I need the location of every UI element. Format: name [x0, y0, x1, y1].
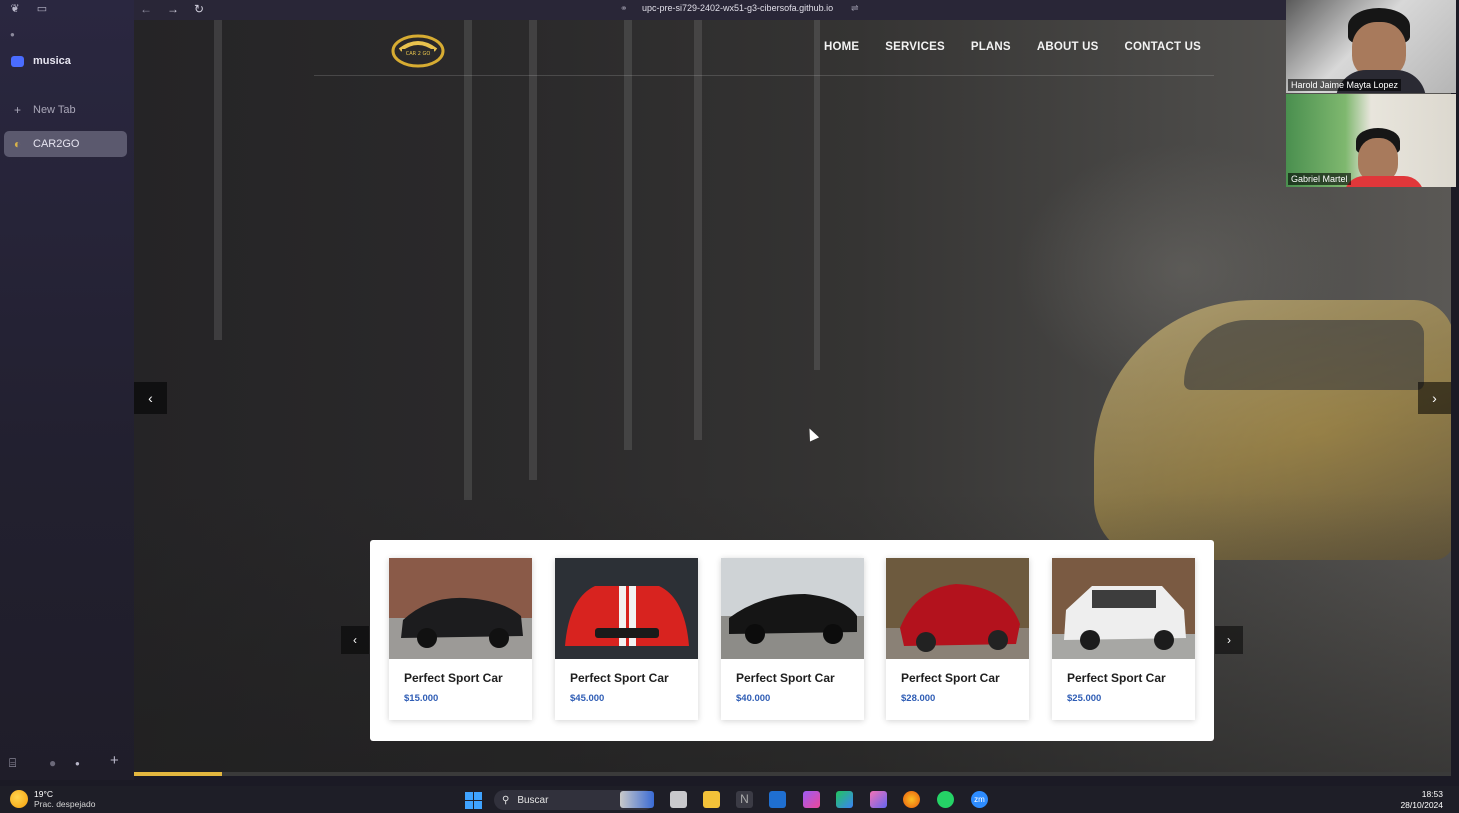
search-placeholder: Buscar	[517, 794, 549, 806]
search-highlight-icon	[620, 791, 654, 808]
slider-progress-bar	[134, 772, 1451, 776]
clock-time: 18:53	[1421, 789, 1443, 799]
background-pillar	[814, 20, 820, 370]
address-bar: ← → ↻ ⚭ upc-pre-si729-2402-wx51-g3-ciber…	[134, 0, 1286, 20]
header-divider	[314, 75, 1214, 76]
cars-next-button[interactable]: ›	[1215, 626, 1243, 654]
car-price: $25.000	[1067, 693, 1102, 704]
nav-about-us[interactable]: ABOUT US	[1037, 41, 1099, 53]
car-price: $28.000	[901, 693, 936, 704]
background-pillar	[694, 20, 702, 440]
car-card[interactable]: Perfect Sport Car $15.000	[389, 558, 532, 720]
temperature: 19°C	[34, 789, 53, 799]
browser-arc-icon[interactable]	[803, 791, 820, 808]
nav-home[interactable]: HOME	[824, 41, 859, 53]
slider-progress-fill	[134, 772, 223, 776]
hero-slider: CAR 2 GO HOME SERVICES PLANS ABOUT US CO…	[134, 20, 1451, 772]
svg-text:CAR 2 GO: CAR 2 GO	[406, 51, 431, 57]
car-price: $40.000	[736, 693, 771, 704]
new-tab-button[interactable]: + New Tab	[4, 97, 127, 123]
hero-prev-button[interactable]: ‹	[134, 382, 167, 414]
background-pillar	[529, 20, 537, 480]
reload-icon[interactable]: ↻	[194, 2, 204, 16]
split-view-icon[interactable]: ▭	[35, 3, 49, 15]
system-clock[interactable]: 18:53 28/10/2024	[1400, 789, 1443, 811]
car-price: $45.000	[570, 693, 605, 704]
weather-sun-icon	[10, 790, 28, 808]
nav-contact-us[interactable]: CONTACT US	[1124, 41, 1201, 53]
archive-icon[interactable]: ⌸	[9, 756, 16, 771]
screen: ❦ ▭ ● musica + New Tab ◐ CAR2GO ⌸ ● ● + …	[0, 0, 1459, 813]
car-title: Perfect Sport Car	[736, 671, 835, 685]
car-card[interactable]: Perfect Sport Car $40.000	[721, 558, 864, 720]
chevron-right-icon: ›	[1432, 390, 1437, 406]
car-image	[555, 558, 698, 659]
space-dot-icon[interactable]: ●	[75, 759, 80, 768]
hero-next-button[interactable]: ›	[1418, 382, 1451, 414]
car-title: Perfect Sport Car	[901, 671, 1000, 685]
car-image	[721, 558, 864, 659]
weather-widget[interactable]: 19°C Prac. despejado	[10, 789, 95, 809]
taskbar: 19°C Prac. despejado ⚲ Buscar N zm 18:53…	[0, 786, 1459, 813]
browser-sidebar: ❦ ▭ ● musica + New Tab ◐ CAR2GO ⌸ ● ● +	[0, 0, 134, 780]
firefox-icon[interactable]	[903, 791, 920, 808]
notion-icon[interactable]: N	[736, 791, 753, 808]
space-musica[interactable]: musica	[4, 48, 127, 74]
car-image	[1052, 558, 1195, 659]
participant-name: Gabriel Martel	[1288, 173, 1351, 185]
chevron-right-icon: ›	[1227, 633, 1231, 647]
add-space-icon[interactable]: +	[110, 752, 119, 769]
background-pillar	[214, 20, 222, 340]
arc-icon[interactable]	[870, 791, 887, 808]
weather-condition: Prac. despejado	[34, 799, 96, 809]
site-settings-icon[interactable]: ⇌	[851, 3, 859, 14]
site-navigation: HOME SERVICES PLANS ABOUT US CONTACT US	[824, 41, 1201, 53]
cars-prev-button[interactable]: ‹	[341, 626, 369, 654]
clock-date: 28/10/2024	[1400, 800, 1443, 810]
participant-video: Harold Jaime Mayta Lopez	[1286, 0, 1456, 93]
space-indicator: ●	[10, 30, 15, 39]
nav-services[interactable]: SERVICES	[885, 41, 945, 53]
folder-icon	[11, 55, 24, 67]
url-text[interactable]: upc-pre-si729-2402-wx51-g3-cibersofa.git…	[642, 3, 833, 13]
car-title: Perfect Sport Car	[404, 671, 503, 685]
space-label: musica	[33, 55, 71, 67]
whatsapp-icon[interactable]	[937, 791, 954, 808]
chevron-left-icon: ‹	[353, 633, 357, 647]
plus-icon: +	[13, 103, 21, 117]
app-grid-icon[interactable]	[836, 791, 853, 808]
sidebar-toggle-icon[interactable]: ❦	[8, 3, 22, 15]
chevron-left-icon: ‹	[148, 390, 153, 406]
car-image	[389, 558, 532, 659]
windows-start-icon[interactable]	[465, 792, 482, 809]
file-explorer-icon[interactable]	[703, 791, 720, 808]
car2go-logo[interactable]: CAR 2 GO	[390, 32, 446, 70]
cars-carousel: Perfect Sport Car $15.000 Perfect Sport …	[370, 540, 1214, 741]
participant-name: Harold Jaime Mayta Lopez	[1288, 79, 1402, 91]
space-dot-icon[interactable]: ●	[49, 756, 56, 770]
background-pillar	[624, 20, 632, 450]
car-price: $15.000	[404, 693, 439, 704]
link-icon: ⚭	[620, 3, 628, 13]
nav-plans[interactable]: PLANS	[971, 41, 1011, 53]
zoom-icon[interactable]: zm	[971, 791, 988, 808]
participant-video: Gabriel Martel	[1286, 94, 1456, 187]
back-icon[interactable]: ←	[140, 2, 152, 16]
new-tab-label: New Tab	[33, 104, 76, 116]
car-card[interactable]: Perfect Sport Car $28.000	[886, 558, 1029, 720]
background-pillar	[464, 20, 472, 500]
outlook-icon[interactable]	[769, 791, 786, 808]
car-title: Perfect Sport Car	[1067, 671, 1166, 685]
car2go-favicon-icon: ◐	[13, 137, 22, 151]
tab-label: CAR2GO	[33, 138, 80, 150]
search-icon: ⚲	[502, 794, 510, 806]
forward-icon[interactable]: →	[167, 2, 179, 16]
car-image	[886, 558, 1029, 659]
car-card[interactable]: Perfect Sport Car $45.000	[555, 558, 698, 720]
car-card[interactable]: Perfect Sport Car $25.000	[1052, 558, 1195, 720]
tab-car2go[interactable]: ◐ CAR2GO	[4, 131, 127, 157]
car-title: Perfect Sport Car	[570, 671, 669, 685]
task-view-icon[interactable]	[670, 791, 687, 808]
